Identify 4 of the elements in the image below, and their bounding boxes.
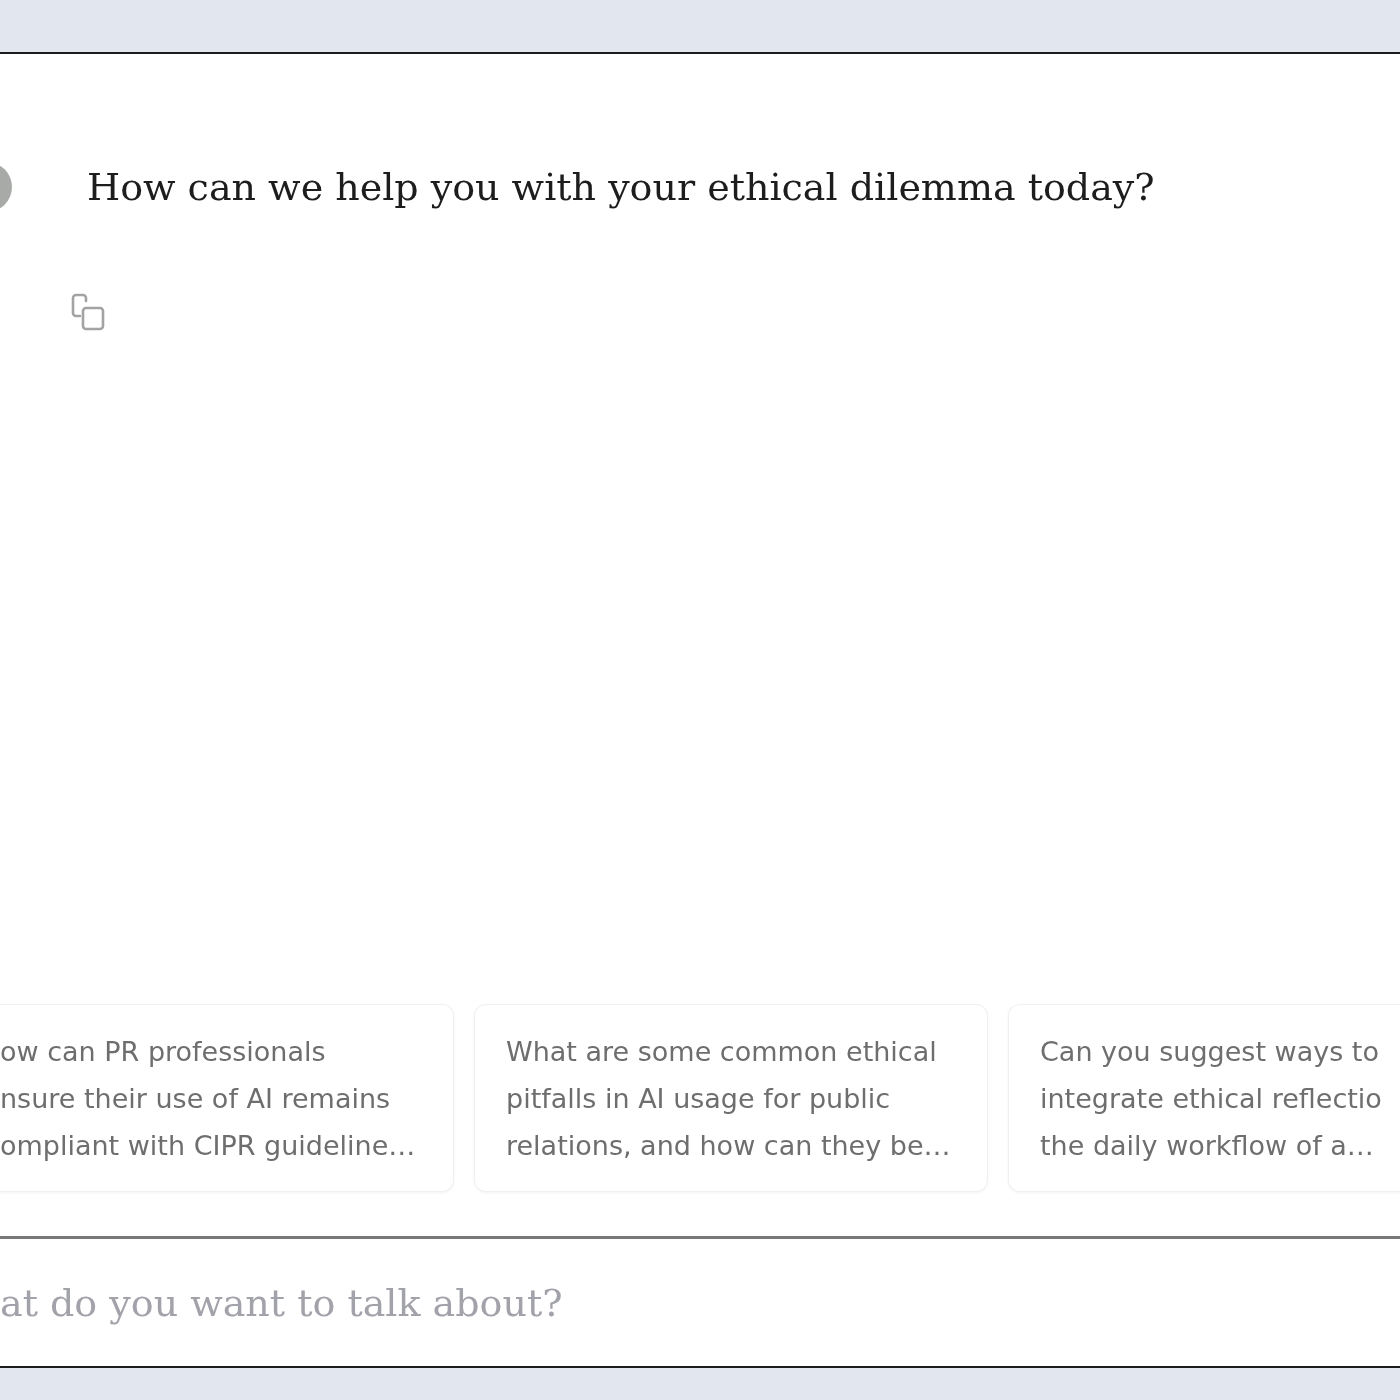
suggestion-card[interactable]: Can you suggest ways to integrate ethical reflectio the daily workflow of a… [1008,1004,1400,1192]
suggestion-card[interactable]: ow can PR professionals nsure their use of AI remains ompliant with CIPR guideline… [0,1004,454,1192]
assistant-message: How can we help you with your ethical dilemma today? [87,164,1155,211]
suggestion-card[interactable]: What are some common ethical pitfalls in AI usage for public relations, and how can they be… [474,1004,988,1192]
